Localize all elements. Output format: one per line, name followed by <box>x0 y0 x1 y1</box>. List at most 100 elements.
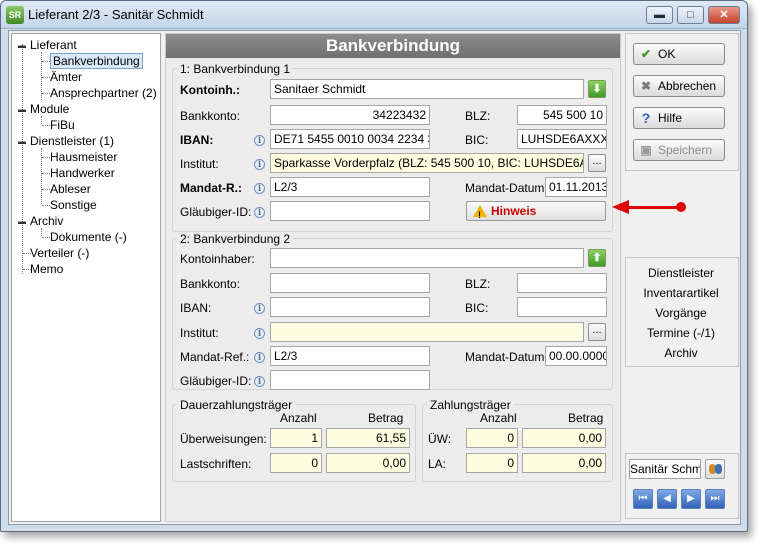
app-icon: SR <box>6 6 24 24</box>
kontoinhaber-2-field[interactable] <box>270 248 584 268</box>
last-record-button[interactable]: ⏭ <box>705 489 725 509</box>
tree-item-dokumente[interactable]: Dokumente (-) <box>50 229 127 245</box>
tree-line <box>42 77 50 78</box>
close-button[interactable]: ✕ <box>708 6 740 24</box>
window-content: ▬ Lieferant Bankverbindung Ämter Ansprec… <box>8 30 741 525</box>
institut-2-search-button[interactable]: ... <box>588 323 606 341</box>
ok-label: OK <box>658 47 676 61</box>
hinweis-label: Hinweis <box>491 204 537 218</box>
info-icon[interactable]: i <box>254 159 265 170</box>
bankkonto-field[interactable]: 34223432 <box>270 105 430 125</box>
tree-item-sonstige[interactable]: Sonstige <box>50 197 97 213</box>
first-record-button[interactable]: ⏮ <box>633 489 653 509</box>
speichern-button[interactable]: ▣ Speichern <box>633 139 725 161</box>
la-anzahl: 0 <box>466 453 518 473</box>
current-record-tab[interactable]: Sanitär Schm <box>629 459 701 479</box>
warning-icon <box>473 205 487 224</box>
move-down-icon[interactable]: ⬇ <box>588 80 606 98</box>
tree-item-ableser[interactable]: Ableser <box>50 181 91 197</box>
tree-item-module[interactable]: Module <box>30 101 69 117</box>
kontoinhaber-label: Kontoinh.: <box>180 83 240 97</box>
hinweis-button[interactable]: Hinweis <box>466 201 606 224</box>
institut-search-button[interactable]: ... <box>588 154 606 172</box>
mandat-datum-2-field[interactable]: 00.00.0000 <box>545 346 607 366</box>
info-icon[interactable]: i <box>254 303 265 314</box>
annotation-arrow-line <box>628 206 682 209</box>
info-icon[interactable]: i <box>254 352 265 363</box>
people-icon[interactable] <box>705 459 725 479</box>
mandat-field[interactable]: L2/3 <box>270 177 430 197</box>
bic-2-field[interactable] <box>517 297 607 317</box>
tree-item-dienstleister[interactable]: Dienstleister (1) <box>30 133 114 149</box>
hilfe-label: Hilfe <box>658 111 683 125</box>
maximize-button[interactable]: □ <box>677 6 704 24</box>
cancel-icon: ✖ <box>640 79 652 93</box>
next-record-button[interactable]: ▶ <box>681 489 701 509</box>
tree-item-handwerker[interactable]: Handwerker <box>50 165 115 181</box>
betrag-header: Betrag <box>368 411 404 425</box>
tree-item-archiv[interactable]: Archiv <box>30 213 63 229</box>
tree-line <box>22 44 23 274</box>
ok-button[interactable]: ✔ OK <box>633 43 725 65</box>
tree-line <box>41 228 42 236</box>
link-termine[interactable]: Termine (-/1) <box>625 326 737 340</box>
kontoinhaber-field[interactable]: Sanitaer Schmidt <box>270 79 584 99</box>
iban-field[interactable]: DE71 5455 0010 0034 2234 32 <box>270 129 430 149</box>
la-label: LA: <box>428 457 447 471</box>
collapse-icon[interactable]: ▬ <box>18 41 26 50</box>
move-up-icon[interactable]: ⬆ <box>588 249 606 267</box>
bankkonto-2-field[interactable] <box>270 273 430 293</box>
iban-2-field[interactable] <box>270 297 430 317</box>
mandat-datum-2-label: Mandat-Datum: <box>465 350 548 364</box>
zahlungstraeger-title: Zahlungsträger <box>427 398 514 412</box>
blz-field[interactable]: 545 500 10 <box>517 105 607 125</box>
window-title: Lieferant 2/3 - Sanitär Schmidt <box>28 7 204 22</box>
anzahl-header: Anzahl <box>280 411 317 425</box>
tree-item-bankverbindung[interactable]: Bankverbindung <box>50 53 143 69</box>
tree-item-verteiler[interactable]: Verteiler (-) <box>30 245 89 261</box>
institut-field[interactable]: Sparkasse Vorderpfalz (BLZ: 545 500 10, … <box>270 153 584 173</box>
zahl-anzahl-header: Anzahl <box>480 411 517 425</box>
abbrechen-button[interactable]: ✖ Abbrechen <box>633 75 725 97</box>
link-archiv[interactable]: Archiv <box>625 346 737 360</box>
iban-label: IBAN: <box>180 133 214 147</box>
tree-item-ansprechpartner[interactable]: Ansprechpartner (2) <box>50 85 157 101</box>
tree-item-fibu[interactable]: FiBu <box>50 117 75 133</box>
glaeubiger-field[interactable] <box>270 201 430 221</box>
hilfe-button[interactable]: ? Hilfe <box>633 107 725 129</box>
info-icon[interactable]: i <box>254 135 265 146</box>
glaeubiger-2-field[interactable] <box>270 370 430 390</box>
previous-record-button[interactable]: ◀ <box>657 489 677 509</box>
tree-line <box>42 173 50 174</box>
info-icon[interactable]: i <box>254 183 265 194</box>
mandat-datum-field[interactable]: 01.11.2013 <box>545 177 607 197</box>
mandat-label: Mandat-R.: <box>180 181 242 195</box>
tree-item-aemter[interactable]: Ämter <box>50 69 82 85</box>
link-vorgaenge[interactable]: Vorgänge <box>625 306 737 320</box>
mandat-2-field[interactable]: L2/3 <box>270 346 430 366</box>
ueberweisungen-label: Überweisungen: <box>180 432 267 446</box>
info-icon[interactable]: i <box>254 328 265 339</box>
link-dienstleister[interactable]: Dienstleister <box>625 266 737 280</box>
tree-line <box>42 93 50 94</box>
annotation-arrow-head <box>612 200 629 214</box>
title-bar[interactable]: SR Lieferant 2/3 - Sanitär Schmidt ▬ □ ✕ <box>1 1 747 29</box>
tree-item-hausmeister[interactable]: Hausmeister <box>50 149 117 165</box>
institut-2-field[interactable] <box>270 322 584 342</box>
check-icon: ✔ <box>640 47 652 61</box>
application-window: SR Lieferant 2/3 - Sanitär Schmidt ▬ □ ✕… <box>0 0 748 532</box>
link-inventarartikel[interactable]: Inventarartikel <box>625 286 737 300</box>
mandat-datum-label: Mandat-Datum: <box>465 181 548 195</box>
lastschriften-anzahl: 0 <box>270 453 322 473</box>
minimize-button[interactable]: ▬ <box>646 6 673 24</box>
bic-field[interactable]: LUHSDE6AXXX <box>517 129 607 149</box>
blz-label: BLZ: <box>465 109 491 123</box>
info-icon[interactable]: i <box>254 376 265 387</box>
tree-item-memo[interactable]: Memo <box>30 261 63 277</box>
info-icon[interactable]: i <box>254 207 265 218</box>
collapse-icon[interactable]: ▬ <box>18 137 26 146</box>
collapse-icon[interactable]: ▬ <box>18 105 26 114</box>
blz-2-field[interactable] <box>517 273 607 293</box>
tree-item-lieferant[interactable]: Lieferant <box>30 37 77 53</box>
collapse-icon[interactable]: ▬ <box>18 217 26 226</box>
